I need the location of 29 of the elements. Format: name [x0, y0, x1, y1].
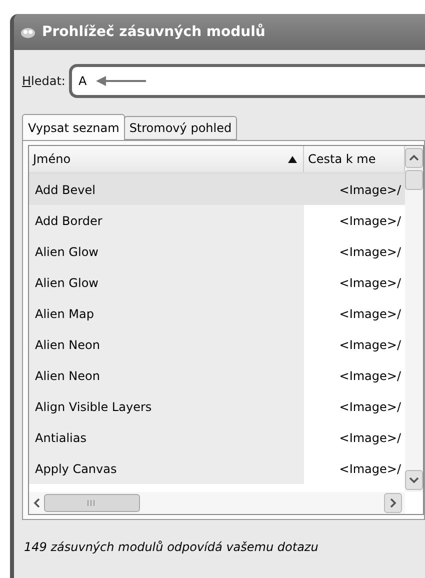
left-icon — [32, 498, 42, 508]
table-cell[interactable]: Antialias — [29, 422, 304, 453]
up-icon — [409, 153, 419, 163]
grip-icon — [87, 500, 97, 506]
table-cell[interactable]: <Image>/ — [304, 174, 405, 205]
table-cell[interactable]: Align Visible Layers — [29, 391, 304, 422]
app-icon — [20, 25, 36, 39]
table-cell[interactable]: Alien Neon — [29, 360, 304, 391]
table-cell[interactable]: Alien Glow — [29, 267, 304, 298]
table-cell[interactable]: Alien Neon — [29, 329, 304, 360]
scroll-thumb[interactable] — [405, 170, 423, 190]
table-cell[interactable]: Alien Map — [29, 298, 304, 329]
arrow-icon — [96, 75, 146, 87]
column-header[interactable]: Jméno — [29, 146, 304, 172]
tab[interactable]: Vypsat seznam — [22, 114, 126, 140]
tab[interactable]: Stromový pohled — [124, 116, 237, 140]
vertical-scrollbar[interactable] — [405, 146, 423, 492]
down-icon — [409, 475, 419, 485]
window-title: Prohlížeč zásuvných modulů — [42, 24, 266, 40]
right-icon — [388, 498, 398, 508]
search-label: Hledat: — [22, 74, 66, 88]
status-text: 149 zásuvných modulů odpovídá vašemu dotazu — [24, 540, 320, 554]
table-cell[interactable]: Apply Canvas — [29, 453, 304, 484]
table-cell[interactable]: Add Bevel — [29, 174, 304, 205]
search-field[interactable]: A — [78, 74, 90, 88]
table-cell[interactable]: Alien Glow — [29, 236, 304, 267]
horizontal-scrollbar[interactable] — [29, 492, 405, 514]
sort-arrow-icon — [288, 156, 297, 162]
table-cell[interactable]: Add Border — [29, 205, 304, 236]
